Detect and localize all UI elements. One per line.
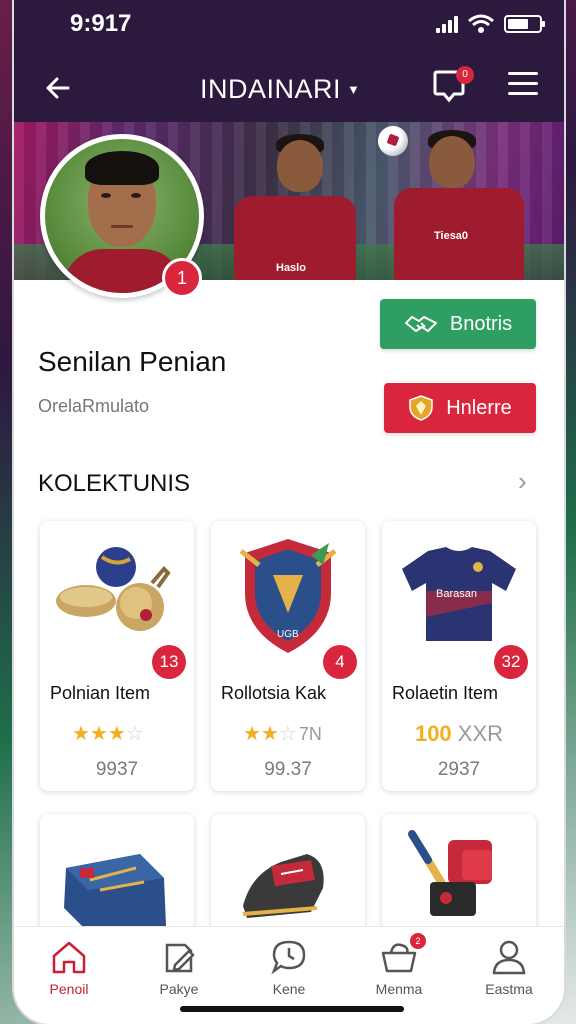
banner-player-right: Tiesa0 xyxy=(394,130,554,280)
rating-main: 100 xyxy=(414,721,452,746)
item-rating: 100 XXR xyxy=(382,721,536,747)
item-rating: ★★☆ 7N xyxy=(243,721,322,746)
item-price: 9937 xyxy=(95,759,139,780)
collection-card[interactable] xyxy=(382,814,536,944)
hamburger-line xyxy=(508,82,538,85)
item-image xyxy=(408,830,492,916)
collection-card[interactable]: UGB 4 Rollotsia Kak ★★☆ 7N 99.37 xyxy=(211,521,365,791)
collection-card[interactable]: Barasan 32 Rolaetin Item 100 XXR 2937 xyxy=(382,521,536,791)
wifi-icon xyxy=(468,14,494,33)
phone-screen: 9:917 INDAINARI ▼ 0 Haslo Tiesa0 1 Bnotr… xyxy=(14,0,564,1024)
rank-badge: 1 xyxy=(162,258,202,298)
status-bar: 9:917 xyxy=(14,0,564,56)
home-icon xyxy=(52,941,86,974)
collection-card[interactable]: 13 Polnian Item ★★★☆ 9937 xyxy=(40,521,194,791)
star-outline-icon: ☆ xyxy=(125,723,144,745)
collection-title: KOLEKTUNIS xyxy=(38,470,191,497)
item-name: Rolaetin Item xyxy=(392,683,499,703)
home-indicator xyxy=(180,1006,404,1012)
trade-button-label: Hnlerre xyxy=(446,396,512,419)
trade-button[interactable]: Hnlerre xyxy=(384,383,536,433)
tab-label: Pakye xyxy=(159,981,199,997)
item-rating: ★★★☆ xyxy=(72,721,144,746)
notifications-button[interactable]: 0 xyxy=(432,66,474,106)
app-title: INDAINARI xyxy=(200,74,342,104)
edit-icon xyxy=(165,943,195,973)
handshake-icon xyxy=(404,316,437,332)
menu-button[interactable] xyxy=(508,72,538,98)
chevron-down-icon: ▼ xyxy=(347,82,361,97)
follow-button-label: Bnotris xyxy=(449,312,513,335)
item-image xyxy=(242,854,324,918)
app-title-dropdown[interactable]: INDAINARI ▼ xyxy=(200,74,360,105)
tab-label: Kene xyxy=(272,981,306,997)
top-nav: INDAINARI ▼ 0 xyxy=(14,56,564,122)
chat-icon xyxy=(271,940,306,975)
item-price: 99.37 xyxy=(264,759,312,780)
rating-suffix: XXR xyxy=(457,721,504,746)
rating-suffix: 7N xyxy=(298,724,322,744)
profile-name: Senilan Penian xyxy=(38,346,227,377)
back-button[interactable] xyxy=(40,70,76,106)
star-outline-icon: ☆ xyxy=(278,723,297,745)
collection-card[interactable] xyxy=(211,814,365,944)
banner-player-left: Haslo xyxy=(220,134,360,280)
item-image xyxy=(64,854,166,930)
hamburger-line xyxy=(508,72,538,75)
status-icons xyxy=(436,14,545,34)
signal-icon xyxy=(436,15,458,33)
tab-badge: 2 xyxy=(410,933,426,949)
follow-button[interactable]: Bnotris xyxy=(380,299,536,349)
item-count-badge: 32 xyxy=(494,645,528,679)
item-price: 2937 xyxy=(437,759,481,780)
item-name: Rollotsia Kak xyxy=(221,683,327,703)
status-time: 9:917 xyxy=(70,10,132,37)
tab-label: Eastma xyxy=(485,981,533,997)
shield-icon xyxy=(409,395,433,421)
tab-label: Penoil xyxy=(49,981,89,997)
item-count-badge: 4 xyxy=(323,645,357,679)
star-icon: ★ xyxy=(260,723,279,745)
profile-subtitle: OrelaRmulato xyxy=(38,396,150,416)
tab-home[interactable]: Penoil xyxy=(14,927,124,1024)
star-icon: ★ xyxy=(107,723,126,745)
hamburger-line xyxy=(508,92,538,95)
item-count-badge: 13 xyxy=(152,645,186,679)
svg-text:UGB: UGB xyxy=(277,629,299,640)
collection-card[interactable] xyxy=(40,814,194,944)
tab-label: Menma xyxy=(375,981,423,997)
star-icon: ★ xyxy=(72,723,90,745)
svg-text:Barasan: Barasan xyxy=(436,588,477,600)
tab-eastma[interactable]: Eastma xyxy=(454,927,564,1024)
item-name: Polnian Item xyxy=(50,683,151,703)
star-icon: ★ xyxy=(89,723,108,745)
chevron-right-icon[interactable]: › xyxy=(518,466,527,497)
notification-badge: 0 xyxy=(456,66,474,84)
battery-icon xyxy=(504,15,545,33)
star-icon: ★ xyxy=(243,723,261,745)
user-icon xyxy=(492,940,526,975)
arrow-left-icon xyxy=(46,77,70,99)
